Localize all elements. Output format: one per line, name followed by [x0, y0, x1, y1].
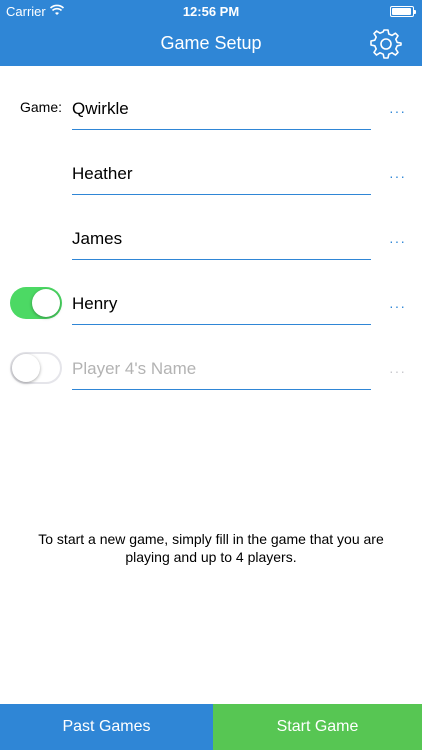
- ellipsis-icon[interactable]: ···: [389, 168, 405, 184]
- ellipsis-icon[interactable]: ···: [389, 233, 405, 249]
- player-2-name-field[interactable]: James: [72, 226, 371, 260]
- gear-icon[interactable]: [370, 28, 402, 60]
- game-name-field[interactable]: Qwirkle: [72, 96, 371, 130]
- player-1-name-field[interactable]: Heather: [72, 161, 371, 195]
- clock: 12:56 PM: [182, 4, 240, 19]
- start-game-button[interactable]: Start Game: [213, 704, 422, 750]
- toggle-knob: [12, 354, 40, 382]
- game-label: Game:: [20, 99, 63, 115]
- past-games-button[interactable]: Past Games: [0, 704, 213, 750]
- player-4-toggle[interactable]: [10, 352, 62, 384]
- page-title: Game Setup: [160, 33, 262, 53]
- player-4-name-field[interactable]: Player 4's Name: [72, 356, 371, 390]
- status-bar: Carrier 12:56 PM: [0, 0, 422, 22]
- ellipsis-icon[interactable]: ···: [389, 103, 405, 119]
- ellipsis-icon[interactable]: ···: [389, 298, 405, 314]
- player-3-toggle[interactable]: [10, 287, 62, 319]
- toggle-knob: [32, 289, 60, 317]
- battery-icon: [390, 6, 416, 17]
- player-3-name-field[interactable]: Henry: [72, 291, 371, 325]
- navigation-bar: Carrier 12:56 PM Game Setup: [0, 0, 422, 66]
- instructions-text: To start a new game, simply fill in the …: [38, 531, 384, 565]
- ellipsis-icon[interactable]: ···: [389, 363, 405, 379]
